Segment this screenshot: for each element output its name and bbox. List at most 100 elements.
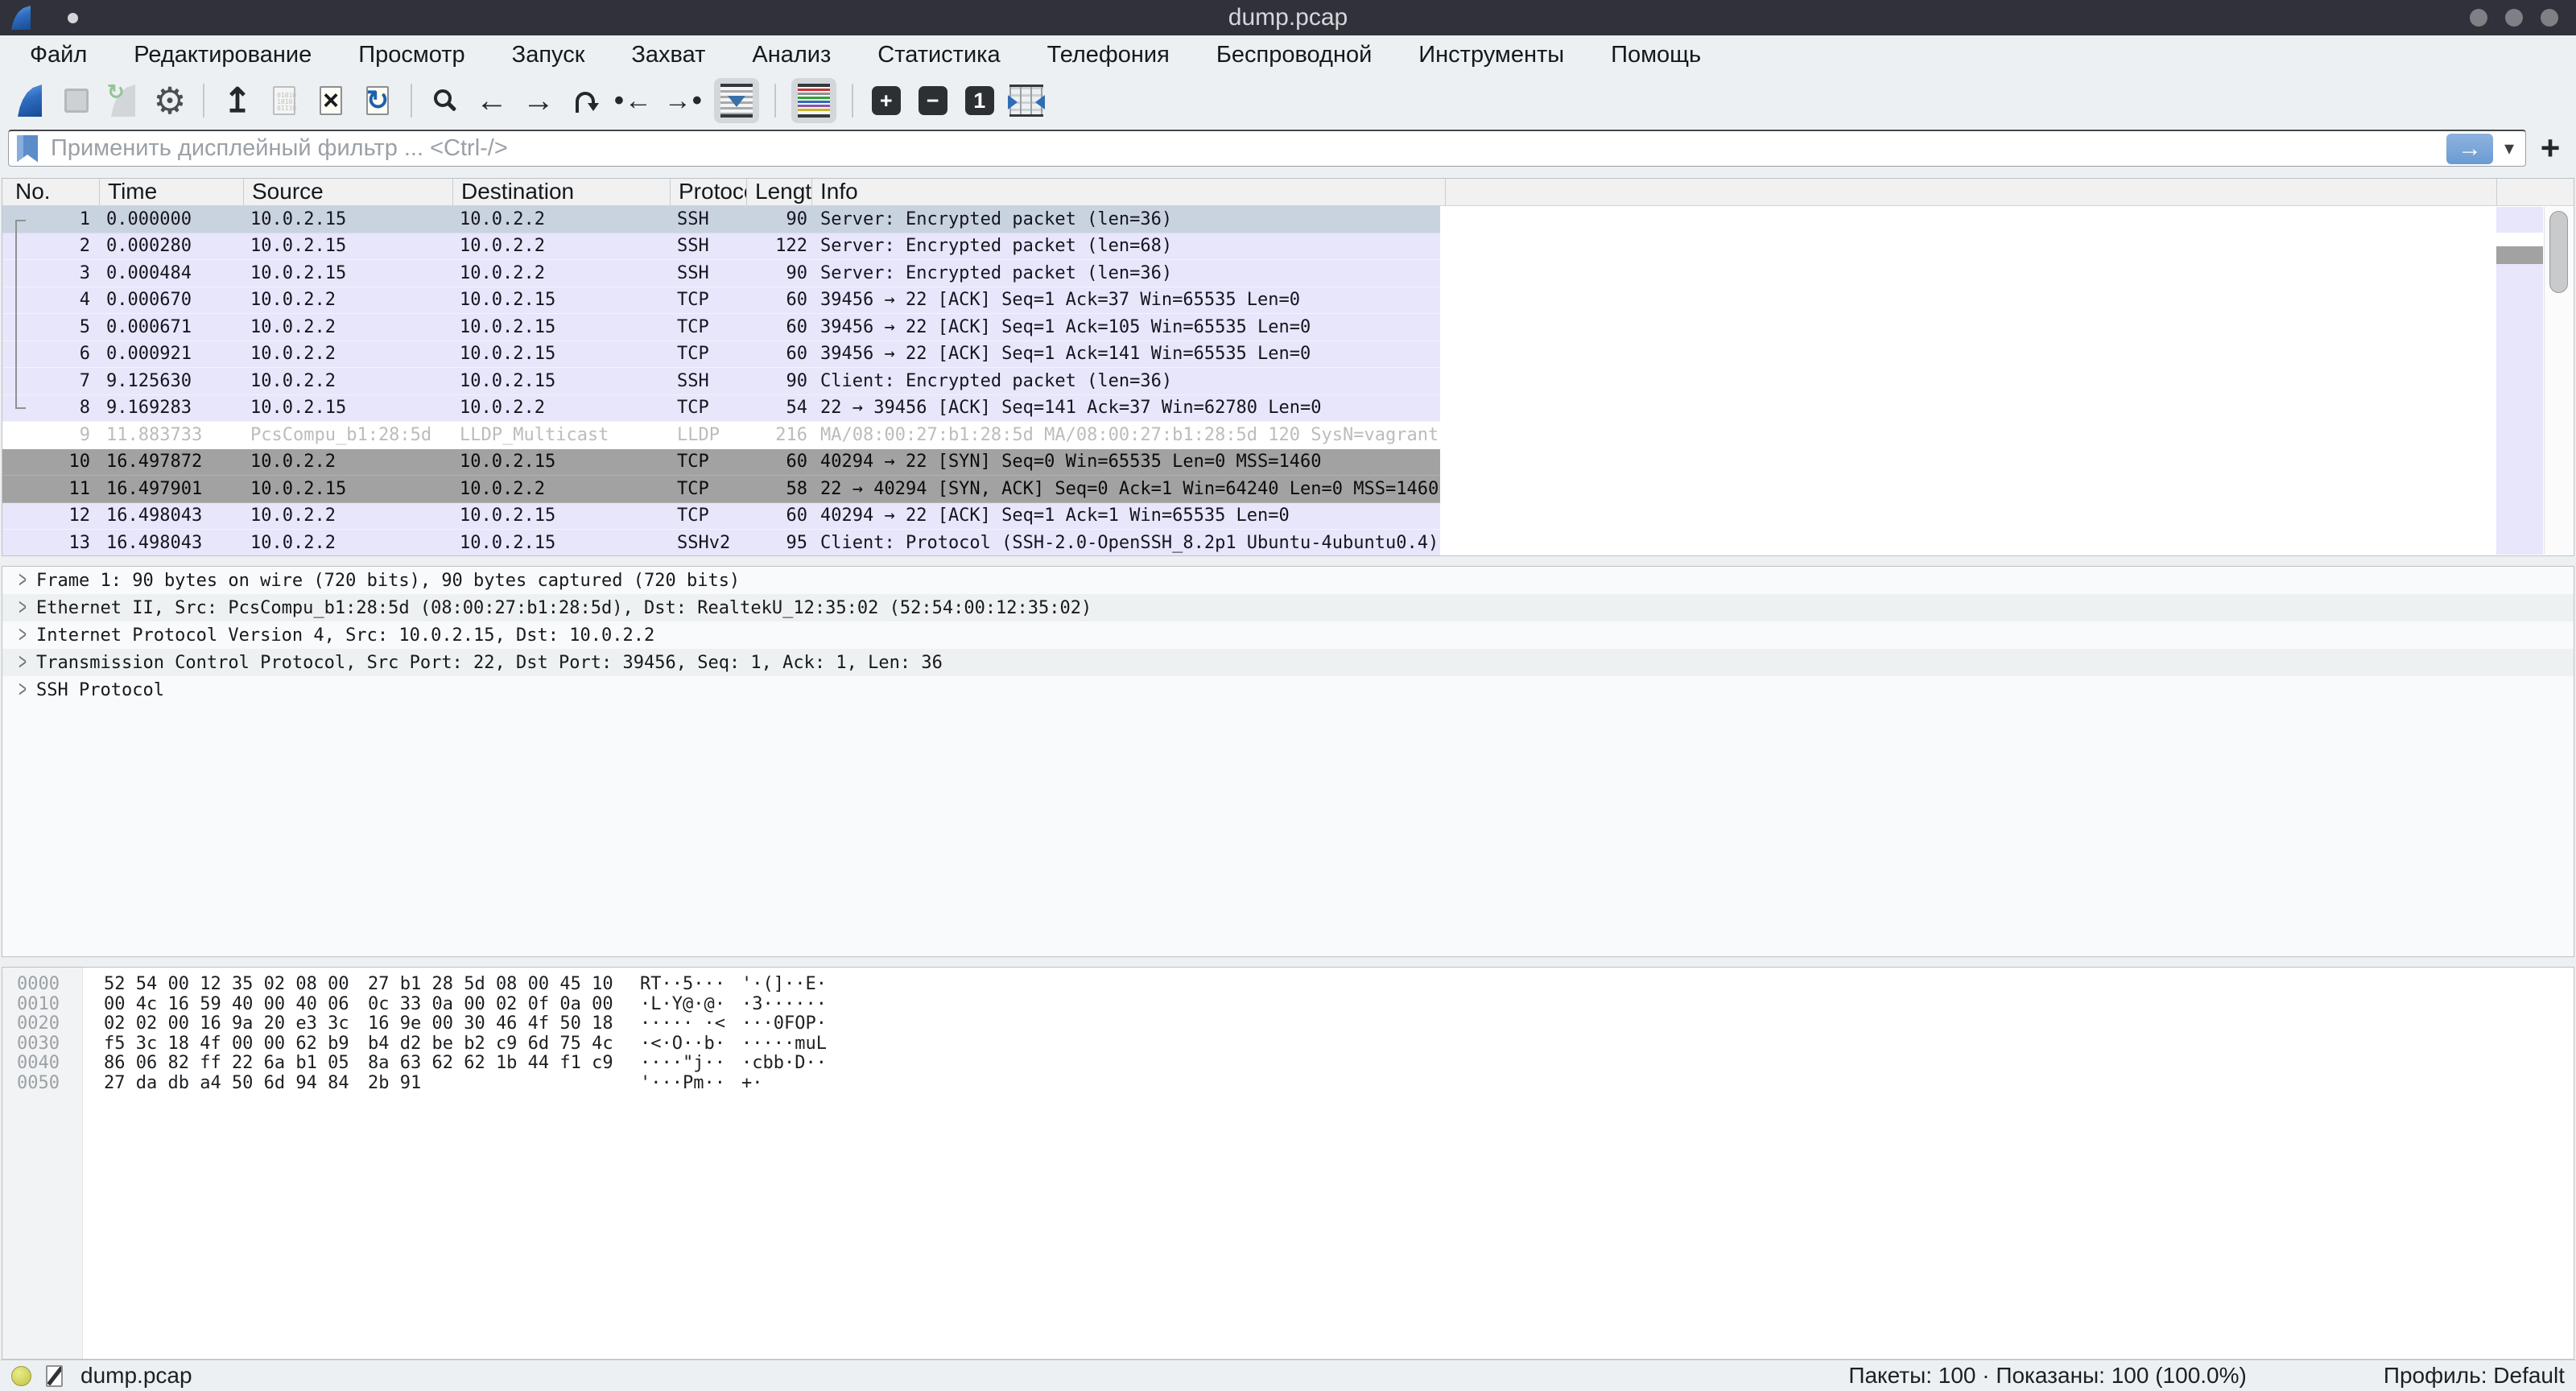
capture-comment-pencil-icon[interactable]: [46, 1365, 63, 1387]
zoom-out-button[interactable]: −: [915, 78, 951, 123]
resize-columns-button[interactable]: [1009, 78, 1044, 123]
packet-source: 10.0.2.2: [244, 290, 453, 310]
packet-no: 10: [2, 452, 100, 472]
packet-destination: 10.0.2.15: [453, 344, 671, 364]
packet-row[interactable]: 12 16.498043 10.0.2.2 10.0.2.15 TCP 60 4…: [2, 503, 2574, 530]
packet-destination: LLDP_Multicast: [453, 425, 671, 445]
column-header[interactable]: Info: [812, 179, 1446, 205]
expand-chevron-icon[interactable]: [13, 649, 32, 676]
reload-file-button[interactable]: ↻: [360, 78, 395, 123]
capture-options-button[interactable]: ⚙: [152, 78, 188, 123]
display-filter-bar: → ▾ +: [0, 127, 2576, 169]
go-forward-button[interactable]: →: [521, 78, 556, 123]
display-filter-field[interactable]: → ▾: [8, 130, 2526, 167]
packet-row[interactable]: 4 0.000670 10.0.2.2 10.0.2.15 TCP 60 394…: [2, 287, 2574, 315]
menu-item[interactable]: Редактирование: [110, 35, 335, 74]
packet-time: 0.000484: [100, 263, 244, 283]
packet-row[interactable]: 11 16.497901 10.0.2.15 10.0.2.2 TCP 58 2…: [2, 476, 2574, 503]
display-filter-input[interactable]: [51, 135, 2446, 162]
menu-item[interactable]: Телефония: [1024, 35, 1193, 74]
column-header[interactable]: No.: [2, 179, 100, 205]
menu-item[interactable]: Статистика: [854, 35, 1023, 74]
packet-time: 0.000921: [100, 344, 244, 364]
expert-info-icon[interactable]: [11, 1366, 31, 1386]
packet-list-scrollbar[interactable]: [2544, 207, 2573, 555]
expand-chevron-icon[interactable]: [13, 621, 32, 649]
close-file-button[interactable]: ×: [313, 78, 349, 123]
colorize-button[interactable]: [791, 78, 836, 123]
expand-chevron-icon[interactable]: [13, 594, 32, 621]
start-capture-button[interactable]: [12, 78, 47, 123]
filter-dropdown-caret-icon[interactable]: ▾: [2504, 137, 2514, 160]
packet-info: 22 → 40294 [SYN, ACK] Seq=0 Ack=1 Win=64…: [812, 479, 1440, 499]
find-packet-button[interactable]: [427, 78, 463, 123]
packet-row[interactable]: 3 0.000484 10.0.2.15 10.0.2.2 SSH 90 Ser…: [2, 260, 2574, 287]
menu-item[interactable]: Запуск: [489, 35, 609, 74]
menu-item[interactable]: Помощь: [1587, 35, 1724, 74]
packet-row[interactable]: 7 9.125630 10.0.2.2 10.0.2.15 SSH 90 Cli…: [2, 368, 2574, 395]
conversation-bracket: [15, 220, 26, 409]
detail-row[interactable]: Ethernet II, Src: PcsCompu_b1:28:5d (08:…: [2, 594, 2574, 621]
hex-dump-pane[interactable]: 0000 52 54 00 12 35 02 08 00 27 b1 28 5d…: [2, 967, 2574, 1360]
packet-row[interactable]: 13 16.498043 10.0.2.2 10.0.2.15 SSHv2 95…: [2, 530, 2574, 556]
open-file-button[interactable]: ↥: [220, 78, 255, 123]
filter-bookmark-icon[interactable]: [17, 135, 38, 163]
expand-chevron-icon[interactable]: [13, 567, 32, 594]
window-minimize-button[interactable]: [2470, 9, 2487, 27]
window-maximize-button[interactable]: [2505, 9, 2523, 27]
packet-time: 9.125630: [100, 371, 244, 391]
packet-row[interactable]: 9 11.883733 PcsCompu_b1:28:5d LLDP_Multi…: [2, 422, 2574, 449]
expand-chevron-icon[interactable]: [13, 676, 32, 704]
menu-item[interactable]: Захват: [608, 35, 729, 74]
menu-item[interactable]: Беспроводной: [1193, 35, 1395, 74]
column-header[interactable]: Protocol: [671, 179, 747, 205]
go-first-button[interactable]: •←: [614, 78, 653, 123]
filter-apply-button[interactable]: →: [2446, 134, 2493, 164]
column-header[interactable]: Time: [100, 179, 244, 205]
go-last-button[interactable]: →•: [664, 78, 703, 123]
packet-row[interactable]: 8 9.169283 10.0.2.15 10.0.2.2 TCP 54 22 …: [2, 395, 2574, 423]
apply-arrow-icon: →: [2458, 135, 2482, 163]
column-header[interactable]: Length: [747, 179, 812, 205]
scrollbar-thumb[interactable]: [2549, 211, 2568, 293]
packet-length: 60: [747, 506, 812, 526]
packet-list-minimap-scrollbar[interactable]: [2496, 207, 2543, 555]
go-to-packet-button[interactable]: [568, 78, 603, 123]
zoom-normal-button[interactable]: 1: [962, 78, 997, 123]
packet-row[interactable]: 10 16.497872 10.0.2.2 10.0.2.15 TCP 60 4…: [2, 449, 2574, 477]
menu-item[interactable]: Файл: [6, 35, 110, 74]
menu-item[interactable]: Инструменты: [1395, 35, 1587, 74]
packet-destination: 10.0.2.2: [453, 236, 671, 256]
detail-row[interactable]: Transmission Control Protocol, Src Port:…: [2, 649, 2574, 676]
menu-item[interactable]: Просмотр: [335, 35, 488, 74]
detail-row[interactable]: SSH Protocol: [2, 676, 2574, 704]
column-header[interactable]: Source: [244, 179, 453, 205]
packet-source: 10.0.2.15: [244, 263, 453, 283]
status-profile[interactable]: Профиль: Default: [2384, 1363, 2565, 1389]
restart-capture-button[interactable]: ↻: [105, 78, 141, 123]
packet-info: 39456 → 22 [ACK] Seq=1 Ack=141 Win=65535…: [812, 344, 1440, 364]
save-file-button[interactable]: [266, 78, 302, 123]
packet-row[interactable]: 6 0.000921 10.0.2.2 10.0.2.15 TCP 60 394…: [2, 341, 2574, 369]
stop-capture-button[interactable]: [59, 78, 94, 123]
detail-row[interactable]: Internet Protocol Version 4, Src: 10.0.2…: [2, 621, 2574, 649]
detail-row[interactable]: Frame 1: 90 bytes on wire (720 bits), 90…: [2, 567, 2574, 594]
go-back-button[interactable]: ←: [474, 78, 510, 123]
packet-source: 10.0.2.15: [244, 479, 453, 499]
window-close-button[interactable]: [2541, 9, 2558, 27]
ascii-left: ·L·Y@·@·: [640, 994, 730, 1014]
packet-row[interactable]: 2 0.000280 10.0.2.15 10.0.2.2 SSH 122 Se…: [2, 233, 2574, 261]
packet-row[interactable]: 5 0.000671 10.0.2.2 10.0.2.15 TCP 60 394…: [2, 314, 2574, 341]
ascii-right: '·(]··E·: [741, 974, 827, 994]
zoom-in-button[interactable]: +: [869, 78, 904, 123]
auto-scroll-button[interactable]: [714, 78, 759, 123]
packet-no: 11: [2, 479, 100, 499]
packet-info: 39456 → 22 [ACK] Seq=1 Ack=105 Win=65535…: [812, 317, 1440, 337]
filter-add-button[interactable]: +: [2533, 129, 2568, 167]
hex-bytes-left: 00 4c 16 59 40 00 40 06: [104, 994, 355, 1014]
menu-item[interactable]: Анализ: [729, 35, 854, 74]
packet-source: 10.0.2.15: [244, 398, 453, 418]
column-header[interactable]: Destination: [453, 179, 671, 205]
hex-line: 0000 52 54 00 12 35 02 08 00 27 b1 28 5d…: [2, 974, 2574, 994]
packet-row[interactable]: 1 0.000000 10.0.2.15 10.0.2.2 SSH 90 Ser…: [2, 206, 2574, 233]
